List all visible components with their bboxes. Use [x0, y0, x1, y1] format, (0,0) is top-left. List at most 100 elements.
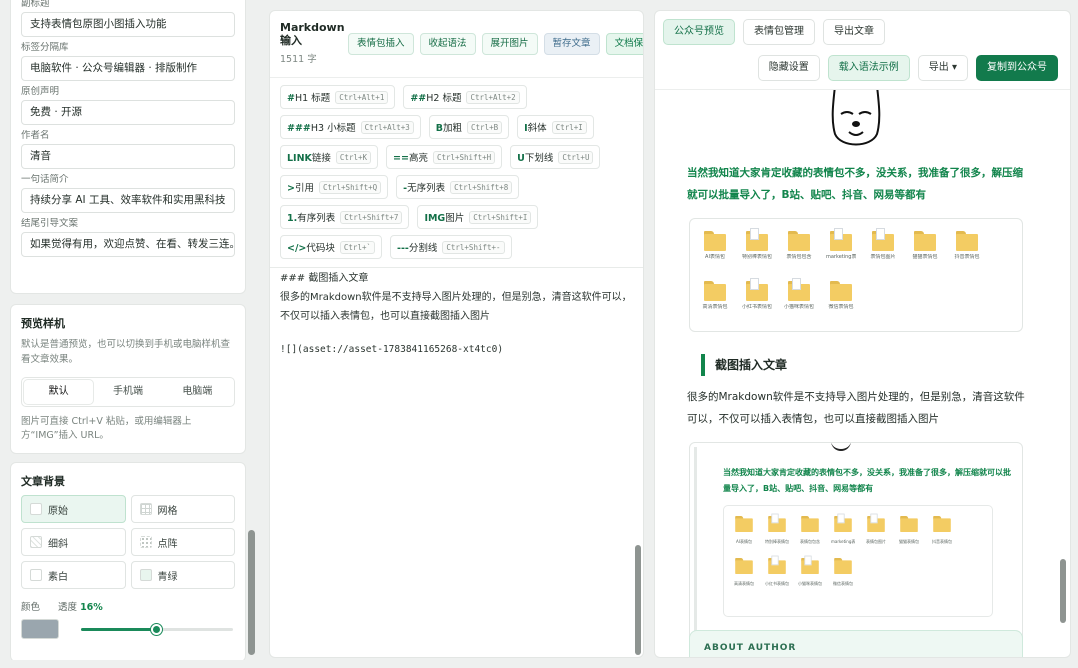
- editor-action-button[interactable]: 文档保存: [605, 33, 643, 55]
- toolbar-button-label: IMG图片: [424, 210, 464, 224]
- background-swatch-icon: [139, 536, 152, 548]
- toolbar-button[interactable]: #H1 标题 Ctrl+Alt+1: [280, 85, 396, 109]
- shortcut-badge: Ctrl+Shift+8: [450, 180, 513, 194]
- toolbar-key: 1.: [287, 213, 298, 224]
- toolbar-button[interactable]: </>代码块 Ctrl+`: [280, 235, 382, 259]
- folder-item: 微信表情包: [826, 277, 856, 321]
- field-label: 作者名: [21, 130, 50, 141]
- preview-action-button[interactable]: 隐藏设置: [757, 55, 820, 81]
- preview-action-button[interactable]: 复制到公众号: [976, 55, 1058, 81]
- toolbar-button-label: ##H2 标题: [410, 90, 461, 104]
- folder-item: 特别棒表情包: [742, 227, 772, 271]
- editor-action-button[interactable]: 收起语法: [419, 33, 476, 55]
- toolbar-button[interactable]: IMG图片 Ctrl+Shift+I: [417, 205, 539, 229]
- background-option[interactable]: 原始: [21, 495, 126, 523]
- inserted-screenshot: 当然我知道大家肯定收藏的表情包不多，没关系，我准备了很多，解压缩就可以批量导入了…: [689, 442, 1023, 652]
- toolbar-button[interactable]: I斜体 Ctrl+I: [517, 115, 594, 139]
- background-option[interactable]: 素白: [21, 561, 126, 589]
- device-tab[interactable]: 电脑端: [163, 380, 232, 404]
- toolbar-label: 分割线: [408, 243, 438, 254]
- preview-tab[interactable]: 表情包管理: [743, 19, 815, 45]
- folder-item: 微信表情包: [831, 554, 855, 592]
- article-preview: 当然我知道大家肯定收藏的表情包不多，没关系，我准备了很多，解压缩就可以批量导入了…: [687, 90, 1027, 657]
- toolbar-label: 加粗: [443, 123, 463, 134]
- toolbar-button-label: B加粗: [436, 120, 462, 134]
- preview-hint: 图片可直接 Ctrl+V 粘贴，或用编辑器上方“IMG”插入 URL。: [21, 416, 192, 441]
- background-option[interactable]: 细斜: [21, 528, 126, 556]
- screenshot-content: 当然我知道大家肯定收藏的表情包不多，没关系，我准备了很多，解压缩就可以批量导入了…: [694, 447, 1016, 647]
- device-tab[interactable]: 默认: [24, 380, 94, 404]
- folder-name: AI表情包: [736, 539, 752, 544]
- field-label: 结尾引导文案: [21, 218, 79, 229]
- editor-action-button[interactable]: 展开图片: [481, 33, 538, 55]
- toolbar-button[interactable]: ###H3 小标题 Ctrl+Alt+3: [280, 115, 421, 139]
- article-meta-card: 副标题 支持表情包原图小图插入功能 标签分隔库 电脑软件 · 公众号编辑器 · 排版制…: [10, 0, 246, 294]
- left-scrollbar-thumb[interactable]: [248, 530, 255, 655]
- device-tab[interactable]: 手机端: [93, 380, 162, 404]
- opacity-slider[interactable]: [81, 622, 233, 636]
- toolbar-key: </>: [287, 243, 307, 254]
- preview-action-button[interactable]: 载入语法示例: [827, 55, 910, 81]
- editor-header: Markdown 输入 1511 字 表情包插入收起语法展开图片暂存文章文档保存: [270, 11, 643, 71]
- preview-action-button[interactable]: 导出 ▾: [917, 55, 968, 81]
- editor-action-button[interactable]: 表情包插入: [348, 33, 414, 55]
- preview-title: 预览样机: [21, 317, 65, 330]
- markdown-editor-panel: Markdown 输入 1511 字 表情包插入收起语法展开图片暂存文章文档保存…: [269, 10, 644, 658]
- toolbar-row: #H1 标题 Ctrl+Alt+1 ##H2 标题 Ctrl+Alt+2: [280, 85, 640, 109]
- folder-item: 特别棒表情包: [765, 512, 789, 550]
- preview-tab[interactable]: 公众号预览: [663, 19, 735, 45]
- background-option[interactable]: 网格: [130, 495, 235, 523]
- slider-thumb[interactable]: [151, 624, 162, 635]
- field-input[interactable]: 持续分享 AI 工具、效率软件和实用黑科技: [21, 188, 235, 213]
- shortcut-badge: Ctrl+`: [339, 240, 375, 254]
- toolbar-key: LINK: [287, 153, 312, 164]
- toolbar-button[interactable]: ##H2 标题 Ctrl+Alt+2: [403, 85, 527, 109]
- folder-item: 小红书表情包: [742, 277, 772, 321]
- toolbar-label: 高亮: [408, 153, 428, 164]
- field-input[interactable]: 支持表情包原图小图插入功能: [21, 12, 235, 37]
- toolbar-button[interactable]: -无序列表 Ctrl+Shift+8: [396, 175, 520, 199]
- toolbar-button[interactable]: LINK链接 Ctrl+K: [280, 145, 379, 169]
- background-option[interactable]: 青绿: [130, 561, 235, 589]
- toolbar-button[interactable]: >引用 Ctrl+Shift+Q: [280, 175, 389, 199]
- toolbar-button[interactable]: 1.有序列表 Ctrl+Shift+7: [280, 205, 410, 229]
- background-swatch-icon: [139, 569, 152, 581]
- folder-name: marketing表情: [831, 539, 855, 544]
- field-input[interactable]: 清音: [21, 144, 235, 169]
- toolbar-key: ==: [393, 153, 409, 164]
- folder-item: 小红书表情包: [765, 554, 789, 592]
- background-swatch-icon: [139, 503, 152, 515]
- preview-tab[interactable]: 导出文章: [823, 19, 885, 45]
- folder-icon: [933, 516, 951, 532]
- divider: [270, 77, 643, 78]
- folder-icon: [746, 228, 768, 251]
- document-icon: [750, 228, 759, 240]
- color-picker[interactable]: [21, 619, 59, 639]
- folder-name: 抖音表情包: [932, 539, 952, 544]
- field-input[interactable]: 如果觉得有用，欢迎点赞、在看、转发三连。: [21, 232, 235, 257]
- folder-item: 高清表情包: [700, 277, 730, 321]
- toolbar-button[interactable]: U下划线 Ctrl+U: [510, 145, 601, 169]
- editor-action-button[interactable]: 暂存文章: [543, 33, 600, 55]
- toolbar-button[interactable]: B加粗 Ctrl+B: [428, 115, 510, 139]
- field-input[interactable]: 免费 · 开源: [21, 100, 235, 125]
- editor-scrollbar-thumb[interactable]: [635, 545, 641, 655]
- toolbar-button-label: U下划线: [517, 150, 553, 164]
- toolbar-label: 无序列表: [407, 183, 446, 194]
- background-option[interactable]: 点阵: [130, 528, 235, 556]
- toolbar-label: 链接: [311, 153, 331, 164]
- markdown-textarea[interactable]: ### 截图插入文章 很多的Mrakdown软件是不支持导入图片处理的，但是别急…: [280, 269, 635, 359]
- field-input[interactable]: 电脑软件 · 公众号编辑器 · 排版制作: [21, 56, 235, 81]
- preview-green-paragraph: 当然我知道大家肯定收藏的表情包不多，没关系，我准备了很多，解压缩就可以批量导入了…: [687, 167, 1023, 201]
- preview-scrollbar-thumb[interactable]: [1060, 559, 1066, 623]
- background-option-label: 细斜: [48, 538, 68, 550]
- left-scrollbar[interactable]: [248, 0, 256, 660]
- toolbar-button[interactable]: ---分割线 Ctrl+Shift+-: [390, 235, 512, 259]
- background-option-label: 原始: [48, 505, 68, 517]
- toolbar-button[interactable]: ==高亮 Ctrl+Shift+H: [386, 145, 503, 169]
- document-icon: [876, 228, 885, 240]
- toolbar-button-label: #H1 标题: [287, 90, 330, 104]
- folder-icon: [704, 231, 726, 251]
- toolbar-button-label: >引用: [287, 180, 314, 194]
- folder-icon: [735, 516, 753, 532]
